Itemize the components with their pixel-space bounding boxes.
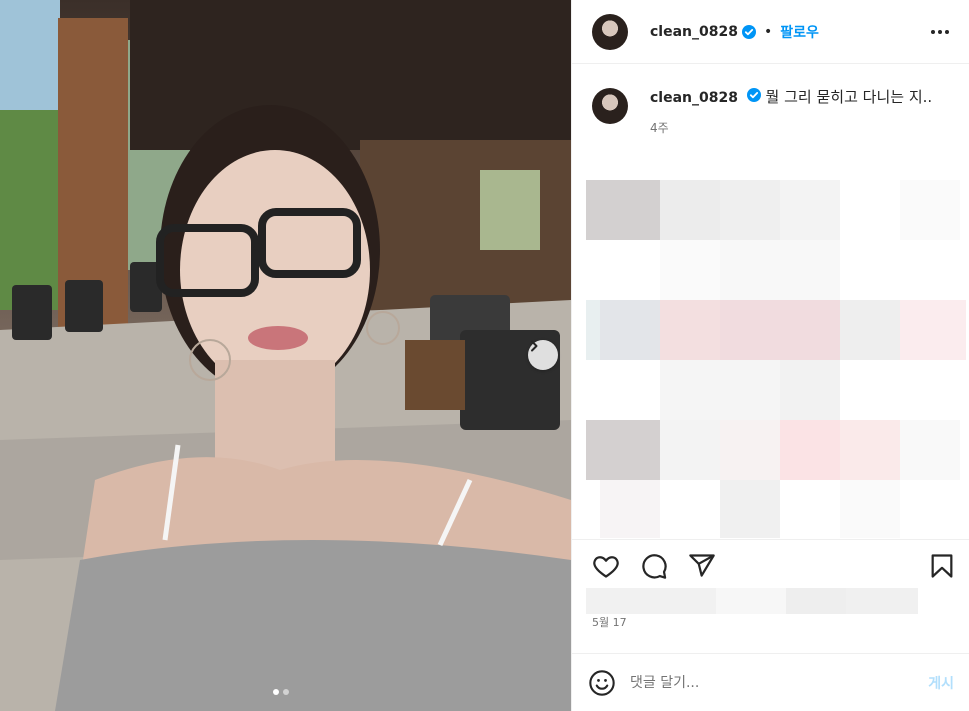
username-link[interactable]: clean_0828 bbox=[650, 24, 738, 40]
post-caption: clean_0828 뭘 그리 묻히고 다니는 지.. 4주 bbox=[572, 64, 969, 136]
caption-username-link[interactable]: clean_0828 bbox=[650, 90, 738, 106]
avatar[interactable] bbox=[592, 13, 628, 50]
post-comment-button[interactable]: 게시 bbox=[928, 673, 954, 693]
next-slide-button[interactable] bbox=[528, 340, 558, 370]
share-button[interactable] bbox=[688, 552, 716, 584]
send-icon bbox=[689, 554, 715, 577]
verified-badge-icon bbox=[741, 24, 756, 39]
comment-icon bbox=[642, 554, 667, 579]
caption-timestamp[interactable]: 4주 bbox=[650, 119, 949, 136]
save-button[interactable] bbox=[928, 552, 956, 584]
bookmark-icon bbox=[931, 554, 953, 578]
comments-blurred-area bbox=[586, 180, 966, 538]
emoji-picker-button[interactable] bbox=[588, 669, 616, 697]
carousel-indicator bbox=[273, 689, 289, 695]
emoji-icon bbox=[589, 669, 615, 696]
comment-input[interactable] bbox=[628, 673, 902, 692]
more-options-icon[interactable] bbox=[927, 24, 953, 40]
follow-button[interactable]: 팔로우 bbox=[780, 22, 819, 42]
carousel-dot bbox=[283, 689, 289, 695]
comment-composer: 게시 bbox=[572, 653, 969, 711]
comment-button[interactable] bbox=[640, 552, 668, 584]
like-button[interactable] bbox=[592, 552, 620, 584]
post-header: clean_0828 • 팔로우 bbox=[572, 0, 969, 64]
post-actions-bar bbox=[572, 539, 969, 593]
likes-blurred bbox=[586, 588, 918, 614]
caption-text: 뭘 그리 묻히고 다니는 지.. bbox=[765, 88, 933, 106]
post-media[interactable] bbox=[0, 0, 571, 711]
heart-icon bbox=[593, 556, 619, 578]
post-sidebar: clean_0828 • 팔로우 clean_0828 뭘 그리 묻히고 다니는… bbox=[571, 0, 969, 711]
post-date[interactable]: 5월 17 bbox=[592, 614, 627, 630]
separator-dot: • bbox=[763, 23, 773, 40]
post-photo bbox=[0, 0, 571, 711]
verified-badge-icon bbox=[746, 88, 761, 102]
carousel-dot-active bbox=[273, 689, 279, 695]
caption-avatar[interactable] bbox=[592, 88, 628, 124]
instagram-post-window: clean_0828 • 팔로우 clean_0828 뭘 그리 묻히고 다니는… bbox=[0, 0, 969, 711]
chevron-right-icon bbox=[531, 340, 538, 352]
